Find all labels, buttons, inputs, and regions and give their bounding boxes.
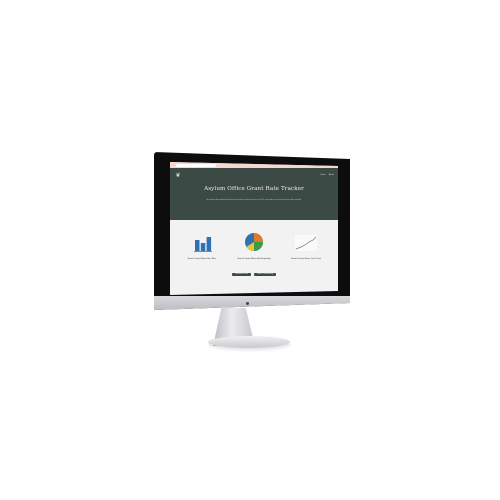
office-card[interactable]: Search Grant Rates By Office [182,232,222,264]
top-nav: Home About [320,174,334,176]
over-time-card[interactable]: Search Grant Rates Over Time [286,232,326,264]
card-label: Search Grant Rates Over Time [290,258,322,260]
nav-about-link[interactable]: About [329,174,334,176]
download-data-button[interactable]: Download the data [231,273,252,276]
monitor-scene: ❦ Home About Asylum Office Grant Rate Tr… [0,0,500,500]
feature-cards: Search Grant Rates By Office Search Gran… [170,232,338,272]
leaf-monogram-icon[interactable]: ❦ [174,172,182,180]
monitor-stand-foot [208,336,290,348]
pie-chart-icon [245,233,263,251]
card-label: Search Grant Rates By Office [187,258,217,260]
line-chart-icon [294,234,318,252]
bar-chart-icon [194,237,212,252]
monitor-logo-dot [246,302,249,305]
card-label: Search Grant Rates By Nationality [237,258,271,260]
monitor-chin [154,296,350,310]
action-buttons: Download the data Read the methodology [170,273,338,276]
hero-header: ❦ Home About Asylum Office Grant Rate Tr… [170,168,338,220]
page-title: Asylum Office Grant Rate Tracker [204,186,304,192]
monitor-screen: ❦ Home About Asylum Office Grant Rate Tr… [170,162,338,295]
nav-home-link[interactable]: Home [320,174,325,176]
page-description: An interactive data dashboard that track… [206,200,302,201]
methodology-button[interactable]: Read the methodology [254,273,277,276]
nationality-card[interactable]: Search Grant Rates By Nationality [234,232,274,264]
address-bar[interactable] [176,163,216,167]
